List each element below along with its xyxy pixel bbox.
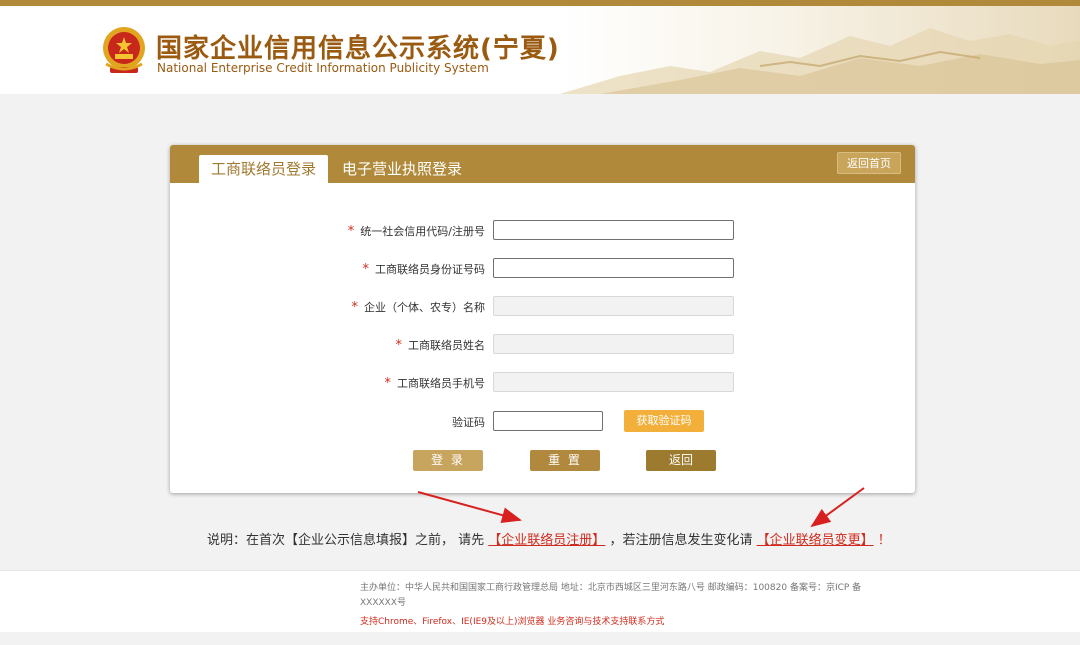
site-title: 国家企业信用信息公示系统(宁夏) [156, 34, 560, 64]
credit-code-label: * 统一社会信用代码/注册号 [347, 224, 485, 239]
required-mark: * [384, 376, 392, 391]
note-prefix: 说明：在首次【企业公示信息填报】之前， 请先 [207, 533, 485, 548]
panel-header: 工商联络员登录 电子营业执照登录 返回首页 [170, 145, 915, 183]
form-row-id-card: * 工商联络员身份证号码 [170, 258, 915, 280]
enterprise-liaison-change-link[interactable]: 【企业联络员变更】 [757, 533, 874, 548]
phone-label: * 工商联络员手机号 [384, 376, 486, 391]
id-card-input[interactable] [493, 258, 734, 278]
form-row-liaison-name: * 工商联络员姓名 [170, 334, 915, 356]
note-middle: ，若注册信息发生变化请 [609, 533, 753, 548]
site-header: 国家企业信用信息公示系统(宁夏) National Enterprise Cre… [0, 6, 1080, 94]
login-button[interactable]: 登 录 [413, 450, 483, 471]
back-to-home-button[interactable]: 返回首页 [837, 152, 901, 174]
liaison-name-input [493, 334, 734, 354]
required-mark: * [362, 262, 370, 277]
footer-info: 主办单位：中华人民共和国国家工商行政管理总局 地址：北京市西城区三里河东路八号 … [360, 583, 862, 608]
enterprise-liaison-register-link[interactable]: 【企业联络员注册】 [488, 533, 605, 548]
captcha-label: 验证码 [452, 416, 485, 429]
company-name-label: * 企业（个体、农专）名称 [351, 300, 486, 315]
arrow-to-change-link [810, 487, 865, 528]
arrow-to-register-link [417, 491, 522, 523]
captcha-input[interactable] [493, 411, 603, 431]
get-verification-code-button[interactable]: 获取验证码 [624, 410, 704, 432]
id-card-label: * 工商联络员身份证号码 [362, 262, 486, 277]
great-wall-illustration [560, 28, 1080, 94]
instruction-note: 说明：在首次【企业公示信息填报】之前， 请先 【企业联络员注册】 ，若注册信息发… [207, 529, 891, 548]
note-suffix: ！ [877, 533, 891, 548]
form-row-captcha: 验证码 获取验证码 [170, 410, 915, 433]
national-emblem-icon [103, 27, 145, 73]
required-mark: * [347, 224, 355, 239]
required-mark: * [395, 338, 403, 353]
tab-liaison-login[interactable]: 工商联络员登录 [199, 155, 329, 183]
company-name-input [493, 296, 734, 316]
site-title-english: National Enterprise Credit Information P… [157, 61, 489, 75]
phone-input [493, 372, 734, 392]
back-button[interactable]: 返回 [646, 450, 716, 471]
credit-code-input[interactable] [493, 220, 734, 240]
required-mark: * [351, 300, 359, 315]
bottom-strip [0, 632, 1080, 645]
login-panel: 工商联络员登录 电子营业执照登录 返回首页 * 统一社会信用代码/注册号 * 工商联… [170, 145, 915, 493]
site-footer: 主办单位：中华人民共和国国家工商行政管理总局 地址：北京市西城区三里河东路八号 … [0, 570, 1080, 632]
form-row-credit-code: * 统一社会信用代码/注册号 [170, 220, 915, 242]
form-row-company-name: * 企业（个体、农专）名称 [170, 296, 915, 318]
footer-browser-support[interactable]: 支持Chrome、Firefox、IE(IE9及以上)浏览器 业务咨询与技术支持… [360, 614, 664, 627]
form-row-phone: * 工商联络员手机号 [170, 372, 915, 394]
header-background [560, 6, 1080, 94]
reset-button[interactable]: 重 置 [530, 450, 600, 471]
tab-e-license-login[interactable]: 电子营业执照登录 [330, 155, 474, 183]
liaison-name-label: * 工商联络员姓名 [395, 338, 486, 353]
